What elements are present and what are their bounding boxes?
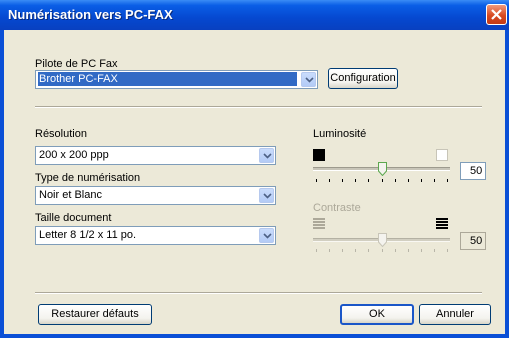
contrast-slider-thumb[interactable] <box>378 233 387 247</box>
slider-tick <box>447 179 448 182</box>
ok-button[interactable]: OK <box>340 304 414 325</box>
slider-tick <box>342 249 343 252</box>
brightness-label: Luminosité <box>313 128 367 140</box>
dialog-window: Numérisation vers PC-FAX Pilote de PC Fa… <box>0 0 509 338</box>
slider-tick <box>382 179 383 182</box>
window-title: Numérisation vers PC-FAX <box>8 7 173 22</box>
slider-tick <box>316 249 317 252</box>
slider-tick <box>382 249 383 252</box>
slider-tick <box>434 179 435 182</box>
brightness-slider-thumb[interactable] <box>378 162 387 176</box>
scan-type-label: Type de numérisation <box>35 172 141 184</box>
resolution-value: 200 x 200 ppp <box>39 149 109 161</box>
slider-tick <box>395 179 396 182</box>
separator-top <box>35 106 482 108</box>
driver-label: Pilote de PC Fax <box>35 58 118 70</box>
black-square-icon <box>313 149 325 161</box>
close-button[interactable] <box>486 4 507 25</box>
slider-tick <box>329 179 330 182</box>
slider-tick <box>421 249 422 252</box>
dialog-body: Pilote de PC Fax Brother PC-FAX Configur… <box>4 30 505 334</box>
contrast-label: Contraste <box>313 202 361 214</box>
doc-size-dropdown[interactable]: Letter 8 1/2 x 11 po. <box>35 226 276 245</box>
slider-tick <box>355 249 356 252</box>
chevron-down-icon[interactable] <box>259 148 274 163</box>
white-square-icon <box>436 149 448 161</box>
low-contrast-icon <box>313 218 325 229</box>
slider-tick <box>408 179 409 182</box>
chevron-down-icon[interactable] <box>259 228 274 243</box>
close-icon <box>491 9 502 20</box>
brightness-value: 50 <box>460 162 486 180</box>
contrast-value: 50 <box>460 232 486 250</box>
separator-bottom <box>35 292 482 294</box>
slider-tick <box>329 249 330 252</box>
driver-dropdown[interactable]: Brother PC-FAX <box>35 70 318 89</box>
doc-size-label: Taille document <box>35 212 112 224</box>
driver-value: Brother PC-FAX <box>38 72 297 86</box>
high-contrast-icon <box>436 218 448 229</box>
slider-tick <box>434 249 435 252</box>
resolution-dropdown[interactable]: 200 x 200 ppp <box>35 146 276 165</box>
scan-type-value: Noir et Blanc <box>39 189 102 201</box>
slider-tick <box>368 249 369 252</box>
slider-tick <box>421 179 422 182</box>
slider-tick <box>408 249 409 252</box>
configuration-button[interactable]: Configuration <box>328 68 398 89</box>
slider-tick <box>342 179 343 182</box>
chevron-down-icon[interactable] <box>259 188 274 203</box>
slider-tick <box>395 249 396 252</box>
slider-tick <box>316 179 317 182</box>
title-bar[interactable]: Numérisation vers PC-FAX <box>0 0 509 30</box>
chevron-down-icon[interactable] <box>301 72 316 87</box>
slider-tick <box>368 179 369 182</box>
cancel-button[interactable]: Annuler <box>419 304 491 325</box>
scan-type-dropdown[interactable]: Noir et Blanc <box>35 186 276 205</box>
restore-defaults-button[interactable]: Restaurer défauts <box>38 304 152 325</box>
resolution-label: Résolution <box>35 128 87 140</box>
doc-size-value: Letter 8 1/2 x 11 po. <box>39 229 137 241</box>
slider-tick <box>355 179 356 182</box>
slider-tick <box>447 249 448 252</box>
